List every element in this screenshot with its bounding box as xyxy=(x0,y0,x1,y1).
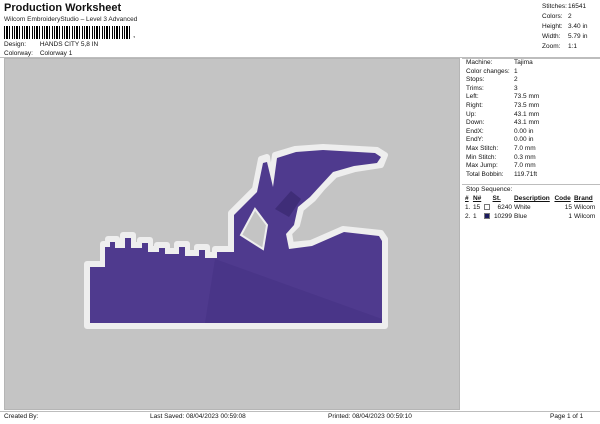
machine-row: EndX: 0.00 in xyxy=(466,127,534,135)
barcode-suffix: , xyxy=(133,30,136,39)
design-label: Design: xyxy=(4,41,27,48)
col-header: Code xyxy=(554,195,571,202)
worksheet-title: Production Worksheet xyxy=(4,2,122,14)
machine-row: Up: 43.1 mm xyxy=(466,110,540,118)
col-header: St. xyxy=(492,195,501,202)
barcode-bars xyxy=(4,26,132,39)
col-header: Brand xyxy=(573,195,593,202)
colorway-value: Colorway 1 xyxy=(39,50,73,57)
machine-info: Machine: Tajima Color changes: 1 Stops: 2 T… xyxy=(466,59,596,179)
last-saved: Last Saved: 08/04/2023 00:59:08 xyxy=(150,413,246,420)
machine-row: Trims: 3 xyxy=(466,84,518,92)
stat-row: Width: 5.79 in xyxy=(542,33,588,40)
machine-row: Min Stitch: 0.3 mm xyxy=(466,153,536,161)
color-swatch xyxy=(483,204,490,211)
machine-row: Max Stitch: 7.0 mm xyxy=(466,144,536,152)
sequence-divider xyxy=(462,184,600,185)
machine-row: Total Bobbin: 119.71ft xyxy=(466,170,538,178)
footer: Created By: Last Saved: 08/04/2023 00:59… xyxy=(0,412,600,424)
color-swatch xyxy=(483,213,490,220)
stop-sequence-title: Stop Sequence: xyxy=(466,186,513,193)
stat-row: Zoom: 1:1 xyxy=(542,43,578,50)
colorway-label: Colorway: xyxy=(4,50,33,57)
stat-row: Colors: 2 xyxy=(542,13,572,20)
barcode: , xyxy=(4,25,140,39)
machine-row: Down: 43.1 mm xyxy=(466,119,540,127)
table-row: 1. 15 6240 White 15 Wilcom xyxy=(465,204,596,211)
colorway-row: Colorway: Colorway 1 xyxy=(4,50,72,57)
software-subtitle: Wilcom EmbroideryStudio – Level 3 Advanc… xyxy=(4,16,138,23)
machine-row: Max Jump: 7.0 mm xyxy=(466,162,536,170)
stop-sequence-table: # N# St. Description Code Brand 1. 15 62… xyxy=(464,194,598,221)
design-stats: Stitches:16541 Colors: 2 Height: 3.40 in W… xyxy=(542,2,598,52)
design-value: HANDS CITY 5,8 IN xyxy=(39,41,99,48)
machine-row: Left: 73.5 mm xyxy=(466,93,540,101)
machine-row: Stops: 2 xyxy=(466,76,518,84)
col-header: # xyxy=(465,195,469,202)
col-header: N# xyxy=(472,195,482,202)
embroidery-design xyxy=(84,144,388,329)
col-header: Description xyxy=(514,195,550,202)
page-number: Page 1 of 1 xyxy=(550,413,584,420)
machine-row: EndY: 0.00 in xyxy=(466,136,534,144)
table-header-row: # N# St. Description Code Brand xyxy=(464,194,598,203)
table-row: 2. 1 10299 Blue 1 Wilcom xyxy=(465,213,596,220)
stat-row: Stitches:16541 xyxy=(542,3,587,10)
stat-row: Height: 3.40 in xyxy=(542,23,588,30)
machine-row: Color changes: 1 xyxy=(466,67,518,75)
created-by: Created By: xyxy=(4,413,39,420)
printed-date: Printed: 08/04/2023 00:59:10 xyxy=(328,413,412,420)
machine-row: Machine: Tajima xyxy=(466,59,533,66)
design-row: Design: HANDS CITY 5,8 IN xyxy=(4,41,98,48)
design-preview xyxy=(4,58,460,410)
machine-row: Right: 73.5 mm xyxy=(466,101,540,109)
